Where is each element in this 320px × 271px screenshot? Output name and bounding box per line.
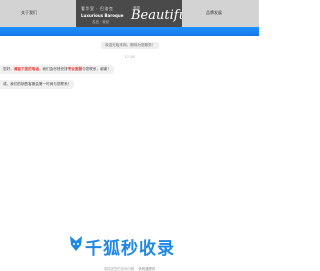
chat-message: 或，我们的销售客服会第一时间与您联系！ [0,80,75,89]
message-text: 您好， [3,67,14,71]
message-highlight: 专业客服 [67,67,83,71]
fox-icon [70,236,82,251]
message-text: 与您联系，谢谢！ [82,67,111,71]
message-text: 或，我们的销售客服会第一时间与您联系！ [3,82,72,86]
nav-link-brand[interactable]: 品牌发展 [206,10,222,16]
powered-by-link[interactable]: 快商通提供 [138,267,155,271]
chat-message: 您好，请留下您的电话，我们会尽快安排专业客服与您联系，谢谢！ [0,65,114,74]
watermark-text: 千狐秒收录 [85,239,175,259]
nav-link-about[interactable]: 关于我们 [21,10,37,16]
input-placeholder-note[interactable]: 请描述您的咨询问题 [104,267,135,271]
chat-timestamp: 17:18 [124,55,135,59]
chat-header-bar [0,27,259,36]
logo-sub-text: 名品 · 家纺 [92,20,110,24]
message-highlight: 请留下您的电话 [13,67,39,71]
logo-cn-text: 奢华室 · 巴洛克 [81,6,114,11]
system-welcome-bubble: 欢迎光临本网，期待为您服务！ [101,42,160,49]
message-text: ，我们会尽快安排 [38,67,68,71]
logo-script-text: Beautiful [131,8,182,23]
logo-en-text: Luxurious Baroque [81,13,124,18]
footer: 请描述您的咨询问题 快商通提供 [0,266,259,271]
